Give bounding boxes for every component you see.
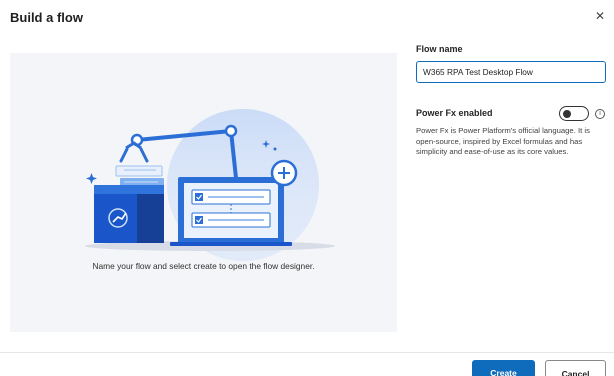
illustration-caption: Name your flow and select create to open… bbox=[92, 261, 315, 271]
form-panel: Flow name Power Fx enabled i Power Fx is… bbox=[416, 44, 606, 156]
plus-circle-icon bbox=[270, 159, 298, 187]
laptop-icon bbox=[170, 177, 292, 246]
document-stack bbox=[115, 165, 164, 187]
illustration-panel: Name your flow and select create to open… bbox=[10, 53, 397, 332]
flow-name-input[interactable] bbox=[416, 61, 606, 83]
cancel-button[interactable]: Cancel bbox=[545, 360, 606, 376]
flow-illustration bbox=[85, 109, 335, 261]
dialog-title: Build a flow bbox=[10, 10, 83, 25]
create-button[interactable]: Create bbox=[472, 360, 535, 376]
toggle-knob bbox=[563, 109, 571, 118]
power-fx-row: Power Fx enabled i bbox=[416, 106, 606, 122]
flow-name-label: Flow name bbox=[416, 44, 463, 54]
power-fx-toggle[interactable] bbox=[559, 106, 589, 121]
build-flow-dialog: Build a flow ✕ Name your flow and select… bbox=[0, 0, 614, 376]
flow-box-icon bbox=[94, 185, 164, 243]
power-fx-description: Power Fx is Power Platform's official la… bbox=[416, 126, 590, 156]
info-icon[interactable]: i bbox=[595, 109, 605, 119]
footer-divider bbox=[0, 352, 614, 353]
close-icon[interactable]: ✕ bbox=[592, 8, 608, 24]
power-fx-label: Power Fx enabled bbox=[416, 108, 493, 118]
